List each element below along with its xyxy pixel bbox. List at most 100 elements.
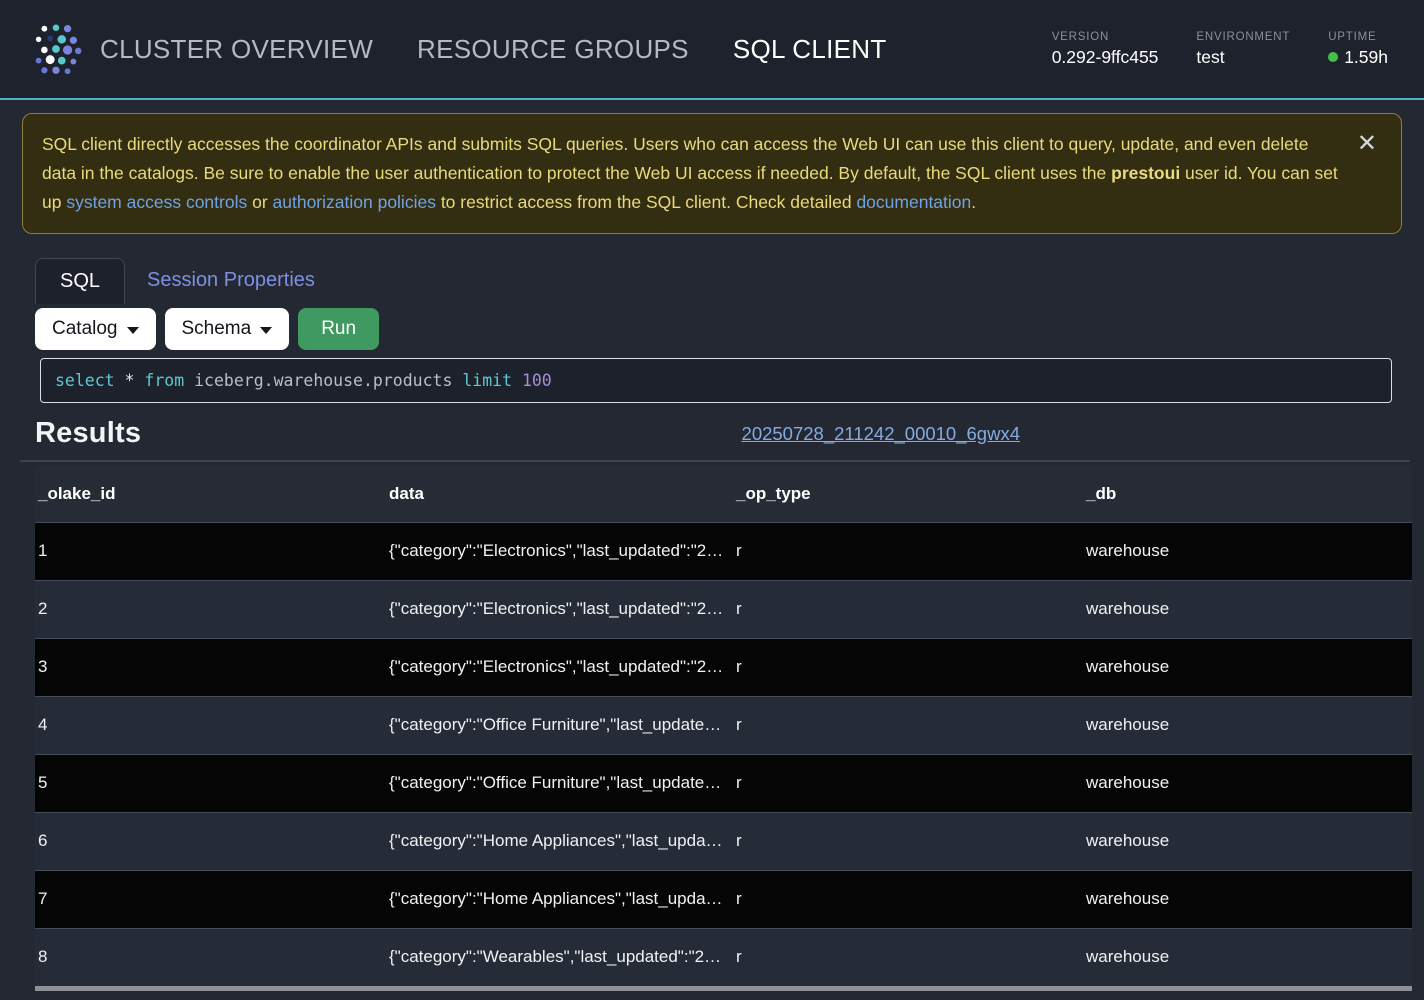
cell-op_type: r — [733, 638, 1083, 696]
column-header-op_type: _op_type — [733, 466, 1083, 522]
banner-link-system-access-controls[interactable]: system access controls — [66, 192, 247, 212]
sql-token-keyword: from — [144, 371, 184, 390]
cell-db: warehouse — [1083, 696, 1412, 754]
sql-client-warning-banner: SQL client directly accesses the coordin… — [22, 113, 1402, 234]
sql-token-plain — [115, 371, 125, 390]
banner-link-authorization-policies[interactable]: authorization policies — [273, 192, 436, 212]
sql-editor-input[interactable]: select * from iceberg.warehouse.products… — [40, 358, 1392, 403]
results-title: Results — [35, 417, 141, 450]
sql-token-ident: iceberg.warehouse.products — [194, 371, 452, 390]
stat-label: UPTIME — [1328, 31, 1388, 43]
stat-environment: ENVIRONMENT test — [1196, 31, 1290, 68]
query-id-link[interactable]: 20250728_211242_00010_6gwx4 — [742, 423, 1020, 445]
cell-db: warehouse — [1083, 522, 1412, 580]
table-row: 6{"category":"Home Appliances","last_upd… — [35, 812, 1412, 870]
cell-olake_id: 5 — [35, 754, 386, 812]
banner-bold-text: prestoui — [1111, 163, 1180, 183]
cell-db: warehouse — [1083, 754, 1412, 812]
results-divider — [20, 460, 1410, 462]
cell-data: {"category":"Electronics","last_updated"… — [386, 638, 733, 696]
presto-logo-icon — [26, 20, 84, 78]
sql-token-keyword: select — [55, 371, 115, 390]
column-header-data: data — [386, 466, 733, 522]
cell-op_type: r — [733, 754, 1083, 812]
table-row: 8{"category":"Wearables","last_updated":… — [35, 928, 1412, 986]
cell-op_type: r — [733, 812, 1083, 870]
cell-data: {"category":"Office Furniture","last_upd… — [386, 754, 733, 812]
chevron-down-icon — [260, 327, 272, 334]
cell-op_type: r — [733, 696, 1083, 754]
table-row: 1{"category":"Electronics","last_updated… — [35, 522, 1412, 580]
cell-olake_id: 4 — [35, 696, 386, 754]
cell-data: {"category":"Home Appliances","last_upda… — [386, 812, 733, 870]
stat-label: ENVIRONMENT — [1196, 31, 1290, 43]
cell-olake_id: 2 — [35, 580, 386, 638]
tab-session-properties[interactable]: Session Properties — [125, 258, 337, 304]
cell-db: warehouse — [1083, 928, 1412, 986]
cell-olake_id: 8 — [35, 928, 386, 986]
schema-dropdown[interactable]: Schema — [165, 308, 290, 350]
top-nav: CLUSTER OVERVIEW RESOURCE GROUPS SQL CLIEN… — [100, 34, 887, 65]
table-row: 3{"category":"Electronics","last_updated… — [35, 638, 1412, 696]
tab-sql[interactable]: SQL — [35, 258, 125, 304]
nav-item-resource-groups[interactable]: RESOURCE GROUPS — [417, 34, 689, 65]
sql-token-number: 100 — [522, 371, 552, 390]
table-header-row: _olake_iddata_op_type_db — [35, 466, 1412, 522]
banner-text: SQL client directly accesses the coordin… — [42, 134, 1338, 212]
cell-data: {"category":"Electronics","last_updated"… — [386, 580, 733, 638]
sql-token-plain — [512, 371, 522, 390]
sql-token-keyword: limit — [462, 371, 512, 390]
close-icon[interactable]: ✕ — [1357, 132, 1377, 156]
stat-value: test — [1196, 47, 1290, 68]
cell-op_type: r — [733, 928, 1083, 986]
table-row: 7{"category":"Home Appliances","last_upd… — [35, 870, 1412, 928]
stat-label: VERSION — [1052, 31, 1159, 43]
catalog-dropdown-label: Catalog — [52, 318, 118, 340]
table-row: 5{"category":"Office Furniture","last_up… — [35, 754, 1412, 812]
table-row: 2{"category":"Electronics","last_updated… — [35, 580, 1412, 638]
sql-token-plain — [452, 371, 462, 390]
cell-olake_id: 3 — [35, 638, 386, 696]
cell-db: warehouse — [1083, 812, 1412, 870]
stat-value: 1.59h — [1328, 47, 1388, 68]
cell-data: {"category":"Office Furniture","last_upd… — [386, 696, 733, 754]
cell-olake_id: 7 — [35, 870, 386, 928]
nav-item-cluster-overview[interactable]: CLUSTER OVERVIEW — [100, 34, 373, 65]
uptime-status-dot-icon — [1328, 52, 1338, 62]
stat-value: 0.292-9ffc455 — [1052, 47, 1159, 68]
app-header: CLUSTER OVERVIEW RESOURCE GROUPS SQL CLIEN… — [0, 0, 1424, 100]
banner-plain-text: to restrict access from the SQL client. … — [436, 192, 857, 212]
sql-token-star: * — [125, 371, 135, 390]
chevron-down-icon — [127, 327, 139, 334]
cluster-stats: VERSION 0.292-9ffc455 ENVIRONMENT test UPTIM… — [1052, 31, 1398, 68]
horizontal-scrollbar[interactable] — [35, 986, 1412, 991]
cell-db: warehouse — [1083, 580, 1412, 638]
cell-op_type: r — [733, 870, 1083, 928]
cell-data: {"category":"Electronics","last_updated"… — [386, 522, 733, 580]
cell-db: warehouse — [1083, 870, 1412, 928]
stat-version: VERSION 0.292-9ffc455 — [1052, 31, 1159, 68]
schema-dropdown-label: Schema — [182, 318, 252, 340]
nav-item-sql-client[interactable]: SQL CLIENT — [733, 34, 887, 65]
run-button[interactable]: Run — [298, 308, 379, 350]
cell-op_type: r — [733, 522, 1083, 580]
cell-olake_id: 1 — [35, 522, 386, 580]
cell-data: {"category":"Wearables","last_updated":"… — [386, 928, 733, 986]
column-header-db: _db — [1083, 466, 1412, 522]
table-row: 4{"category":"Office Furniture","last_up… — [35, 696, 1412, 754]
banner-plain-text: or — [247, 192, 272, 212]
stat-uptime: UPTIME 1.59h — [1328, 31, 1388, 68]
cell-op_type: r — [733, 580, 1083, 638]
sql-token-plain — [134, 371, 144, 390]
editor-tabs: SQLSession Properties — [35, 258, 1424, 304]
results-table: _olake_iddata_op_type_db 1{"category":"E… — [35, 466, 1412, 991]
sql-token-plain — [184, 371, 194, 390]
query-toolbar: Catalog Schema Run — [35, 308, 1424, 350]
catalog-dropdown[interactable]: Catalog — [35, 308, 156, 350]
column-header-olake_id: _olake_id — [35, 466, 386, 522]
cell-db: warehouse — [1083, 638, 1412, 696]
banner-link-documentation[interactable]: documentation — [856, 192, 971, 212]
cell-data: {"category":"Home Appliances","last_upda… — [386, 870, 733, 928]
banner-plain-text: . — [971, 192, 976, 212]
cell-olake_id: 6 — [35, 812, 386, 870]
